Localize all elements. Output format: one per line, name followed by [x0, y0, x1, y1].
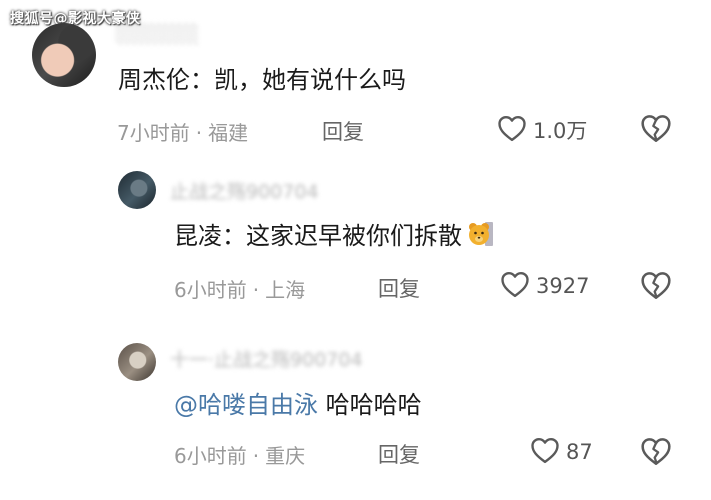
dislike-button[interactable] [640, 270, 672, 304]
comment-location: 福建 [208, 121, 249, 145]
comment-location: 上海 [265, 278, 306, 302]
username[interactable]: 十一·止战之殇900704 [170, 345, 363, 372]
reply-button[interactable]: 回复 [322, 116, 364, 146]
comment-meta: 7小时前 · 福建 [117, 117, 248, 146]
comment-text: 昆凌：这家迟早被你们拆散 [174, 220, 494, 249]
broken-heart-icon [640, 272, 672, 304]
comment-text: @哈喽自由泳 哈哈哈哈 [174, 392, 422, 418]
avatar[interactable] [32, 23, 96, 87]
mention-link[interactable]: @哈喽自由泳 [174, 391, 318, 419]
comment-meta: 6小时前 · 重庆 [174, 440, 305, 469]
like-count: 3927 [536, 274, 590, 298]
like-button[interactable]: 87 [530, 436, 593, 468]
like-button[interactable]: 3927 [500, 270, 589, 302]
username[interactable]: ░░░░░░ [116, 24, 199, 45]
comment-body: 昆凌：这家迟早被你们拆散 [174, 222, 462, 250]
heart-outline-icon [497, 114, 527, 146]
avatar[interactable] [118, 171, 156, 209]
comment-meta: 6小时前 · 上海 [174, 274, 305, 303]
like-count: 1.0万 [533, 119, 588, 143]
broken-heart-icon [640, 438, 672, 470]
comment-time: 6小时前 [174, 444, 247, 468]
like-count: 87 [566, 440, 593, 464]
comment-time: 6小时前 [174, 278, 247, 302]
comment-location: 重庆 [265, 444, 306, 468]
meta-separator: · [195, 121, 203, 145]
reply-button[interactable]: 回复 [378, 439, 420, 469]
broken-heart-icon [640, 115, 672, 147]
avatar[interactable] [118, 343, 156, 381]
dislike-button[interactable] [640, 113, 672, 147]
comment-text: 周杰伦：凯，她有说什么吗 [118, 66, 406, 94]
bear-emoji-icon [466, 220, 494, 248]
heart-outline-icon [530, 436, 560, 468]
heart-outline-icon [500, 270, 530, 302]
username[interactable]: 止战之殇900704 [170, 177, 319, 204]
meta-separator: · [252, 278, 260, 302]
comment-body: 哈哈哈哈 [318, 391, 422, 419]
dislike-button[interactable] [640, 436, 672, 470]
reply-button[interactable]: 回复 [378, 273, 420, 303]
meta-separator: · [252, 444, 260, 468]
like-button[interactable]: 1.0万 [497, 114, 587, 146]
comment-time: 7小时前 [117, 121, 190, 145]
